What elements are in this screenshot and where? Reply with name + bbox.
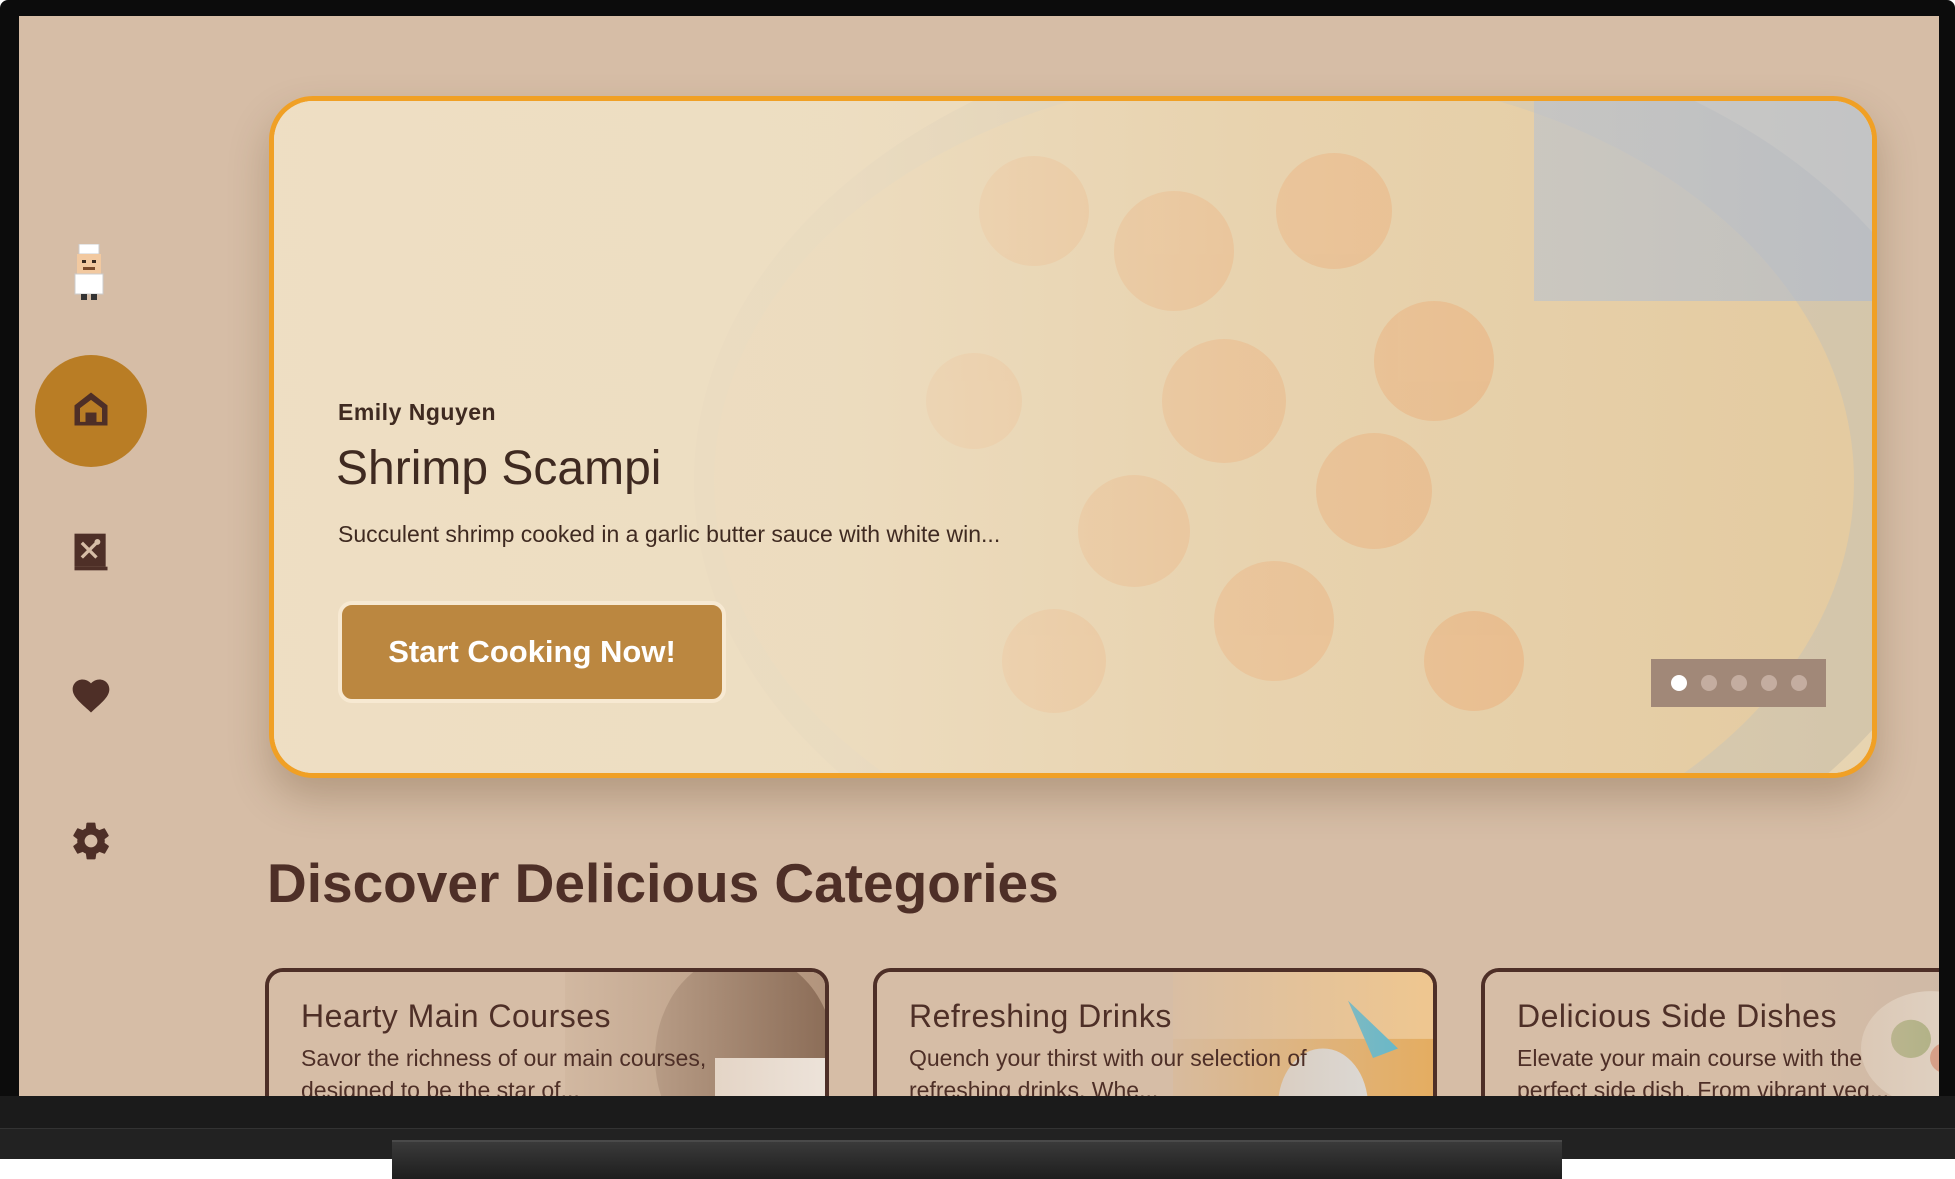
heart-icon	[69, 674, 113, 723]
section-title: Discover Delicious Categories	[267, 852, 1059, 914]
category-card-side-dishes[interactable]: Delicious Side Dishes Elevate your main …	[1481, 968, 1939, 1096]
gear-icon	[69, 819, 113, 868]
home-icon	[69, 387, 113, 436]
tv-screen: Emily Nguyen Shrimp Scampi Succulent shr…	[19, 16, 1939, 1096]
start-cooking-button[interactable]: Start Cooking Now!	[338, 601, 726, 703]
nav-item-recipes[interactable]	[35, 498, 147, 610]
carousel-dot-1[interactable]	[1670, 675, 1687, 691]
carousel-dot-2[interactable]	[1700, 675, 1717, 691]
tv-stand	[392, 1140, 1562, 1179]
nav-item-settings[interactable]	[35, 787, 147, 899]
hero-banner[interactable]: Emily Nguyen Shrimp Scampi Succulent shr…	[269, 96, 1877, 778]
carousel-dot-5[interactable]	[1790, 675, 1807, 691]
recipe-title: Shrimp Scampi	[336, 442, 662, 495]
chef-avatar-icon	[67, 243, 111, 300]
category-card-main-courses[interactable]: Hearty Main Courses Savor the richness o…	[265, 968, 829, 1096]
recipe-description: Succulent shrimp cooked in a garlic butt…	[338, 521, 1001, 547]
carousel-dot-4[interactable]	[1760, 675, 1777, 691]
category-title: Hearty Main Courses	[301, 998, 612, 1034]
carousel-indicator	[1651, 659, 1826, 707]
category-description: Elevate your main course with the perfec…	[1517, 1045, 1889, 1096]
category-title: Delicious Side Dishes	[1517, 998, 1837, 1034]
category-card-drinks[interactable]: Refreshing Drinks Quench your thirst wit…	[873, 968, 1437, 1096]
nav-item-home[interactable]	[35, 355, 147, 467]
category-description: Quench your thirst with our selection of…	[909, 1045, 1307, 1096]
nav-item-favorites[interactable]	[35, 642, 147, 754]
category-title: Refreshing Drinks	[909, 998, 1172, 1034]
carousel-dot-3[interactable]	[1730, 675, 1747, 691]
recipe-author: Emily Nguyen	[338, 399, 497, 425]
category-description: Savor the richness of our main courses, …	[301, 1045, 707, 1096]
recipe-book-icon	[69, 530, 113, 579]
